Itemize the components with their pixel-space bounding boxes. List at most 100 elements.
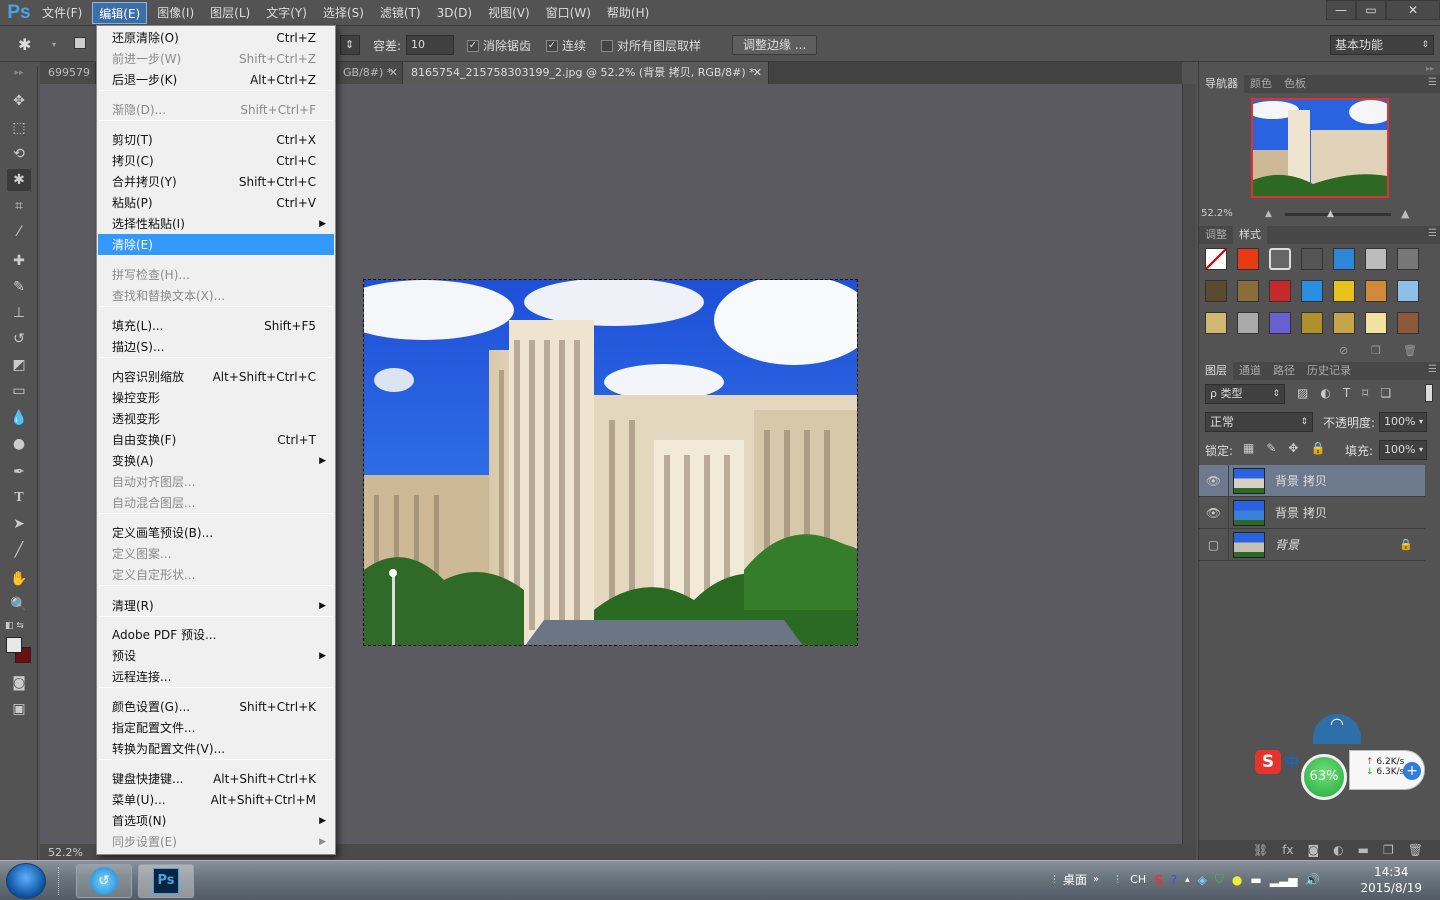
style-swatch[interactable] — [1365, 248, 1387, 270]
type-filter-icon[interactable]: T — [1343, 386, 1350, 400]
style-swatch[interactable] — [1237, 312, 1259, 334]
menu-8[interactable]: 3D(D) — [431, 2, 478, 24]
style-swatch[interactable] — [1301, 280, 1323, 302]
collapse-arrows-icon[interactable]: ▸▸ — [7, 68, 31, 78]
desktop-toolbar[interactable]: 桌面 — [1063, 871, 1087, 888]
clear-style-icon[interactable]: ⊘ — [1339, 344, 1348, 357]
zoom-slider-thumb[interactable]: ▲ — [1327, 209, 1334, 219]
style-swatch[interactable] — [1205, 248, 1227, 270]
zoom-in-icon[interactable]: ▲ — [1401, 207, 1409, 220]
style-swatch[interactable] — [1269, 312, 1291, 334]
tool-preset-arrow-icon[interactable]: ▾ — [52, 40, 56, 49]
add-icon[interactable]: + — [1403, 762, 1421, 780]
edit-menu-item[interactable]: 定义画笔预设(B)... — [98, 522, 334, 543]
blend-mode-select[interactable]: 正常 ⇕ — [1205, 412, 1313, 432]
tab-adjustments[interactable]: 调整 — [1199, 226, 1233, 244]
lock-image-icon[interactable]: ✎ — [1266, 441, 1276, 455]
visibility-toggle[interactable]: ▢ — [1199, 528, 1229, 561]
menu-7[interactable]: 滤镜(T) — [374, 2, 427, 24]
menu-10[interactable]: 窗口(W) — [540, 2, 597, 24]
link-layers-icon[interactable]: ⛓ — [1253, 843, 1268, 857]
style-swatch[interactable] — [1397, 312, 1419, 334]
edit-menu-item[interactable]: 变换(A) ▶ — [98, 450, 334, 471]
magic-wand-tool-icon[interactable]: ✱ — [7, 169, 31, 191]
doc-tab-active[interactable]: 8165754_215758303199_2.jpg @ 52.2% (背景 拷… — [403, 62, 769, 84]
style-swatch[interactable] — [1333, 248, 1355, 270]
edit-menu-item[interactable]: 描边(S)... — [98, 336, 334, 357]
clock[interactable]: 14:34 2015/8/19 — [1360, 864, 1422, 896]
layer-name[interactable]: 背景 — [1275, 536, 1299, 553]
edit-menu-item[interactable]: 转换为配置文件(V)... — [98, 738, 334, 759]
move-tool-icon[interactable]: ✥ — [7, 90, 31, 112]
menu-3[interactable]: 图像(I) — [151, 2, 200, 24]
sample-size-select[interactable]: ⇕ — [340, 35, 360, 55]
close-button[interactable]: ✕ — [1386, 0, 1440, 20]
lock-position-icon[interactable]: ✥ — [1288, 441, 1298, 455]
lock-all-icon[interactable]: 🔒 — [1310, 441, 1325, 455]
edit-menu-item[interactable]: 自动对齐图层... — [98, 471, 334, 492]
layer-row[interactable]: 👁 背景 拷贝 — [1199, 496, 1425, 529]
zoom-readout[interactable]: 52.2% — [48, 846, 83, 859]
security-icon[interactable]: ⛉ — [1215, 872, 1224, 887]
memory-gauge[interactable]: 63% — [1301, 754, 1347, 800]
new-layer-icon[interactable]: ❐ — [1383, 843, 1394, 857]
path-selection-tool-icon[interactable]: ➤ — [7, 513, 31, 535]
eraser-tool-icon[interactable]: ◩ — [7, 354, 31, 376]
edit-menu-item[interactable]: 清除(E) — [98, 234, 334, 255]
edit-menu-item[interactable]: 定义图案... — [98, 543, 334, 564]
tab-channels[interactable]: 通道 — [1233, 362, 1267, 380]
edit-menu-item[interactable]: 同步设置(E) ▶ — [98, 831, 334, 852]
network-icon[interactable]: ◈ — [1198, 873, 1207, 887]
magic-wand-icon[interactable]: ✱ — [18, 35, 31, 54]
edit-menu-item[interactable]: 指定配置文件... — [98, 717, 334, 738]
edit-menu-item[interactable]: 预设 ▶ — [98, 645, 334, 666]
eye-icon[interactable]: 👁 — [1199, 464, 1229, 497]
edit-menu-item[interactable]: 自由变换(F) Ctrl+T — [98, 429, 334, 450]
pixel-filter-icon[interactable]: ▨ — [1297, 386, 1308, 400]
opacity-input[interactable]: 100% ▾ — [1379, 412, 1427, 432]
smart-filter-icon[interactable]: ❏ — [1380, 386, 1391, 400]
edit-menu-item[interactable]: 拷贝(C) Ctrl+C — [98, 150, 334, 171]
workspace-select[interactable]: 基本功能 ⇕ — [1330, 35, 1434, 55]
edit-menu-item[interactable]: 键盘快捷键... Alt+Shift+Ctrl+K — [98, 768, 334, 789]
selection-mode-new-icon[interactable] — [74, 37, 86, 49]
style-swatch[interactable] — [1205, 312, 1227, 334]
edit-menu-item[interactable]: 填充(L)... Shift+F5 — [98, 315, 334, 336]
new-group-icon[interactable]: ▬ — [1358, 843, 1369, 857]
edit-menu-item[interactable]: 透视变形 — [98, 408, 334, 429]
expand-icon[interactable]: » — [1093, 874, 1099, 885]
style-swatch[interactable] — [1269, 280, 1291, 302]
edit-menu-item[interactable]: 还原清除(O) Ctrl+Z — [98, 27, 334, 48]
edit-menu-item[interactable]: 粘贴(P) Ctrl+V — [98, 192, 334, 213]
tab-navigator[interactable]: 导航器 — [1199, 75, 1244, 93]
edit-menu-item[interactable]: 操控变形 — [98, 387, 334, 408]
quick-mask-icon[interactable]: ◙ — [7, 672, 31, 694]
style-swatch[interactable] — [1397, 248, 1419, 270]
panel-menu-icon[interactable]: ☰ — [1428, 364, 1437, 375]
style-swatch[interactable] — [1333, 280, 1355, 302]
menu-11[interactable]: 帮助(H) — [601, 2, 655, 24]
menu-9[interactable]: 视图(V) — [482, 2, 536, 24]
zoom-slider[interactable] — [1285, 213, 1391, 216]
tab-paths[interactable]: 路径 — [1267, 362, 1301, 380]
edit-menu-item[interactable]: 远程连接... — [98, 666, 334, 687]
tab-styles[interactable]: 样式 — [1233, 226, 1267, 244]
menu-4[interactable]: 图层(L) — [204, 2, 256, 24]
healing-brush-tool-icon[interactable]: ✚ — [7, 250, 31, 272]
edit-menu-item[interactable]: 菜单(U)... Alt+Shift+Ctrl+M — [98, 789, 334, 810]
edit-menu-item[interactable]: 自动混合图层... — [98, 492, 334, 513]
close-tab-icon[interactable]: ✕ — [753, 62, 762, 84]
volume-icon[interactable]: 🔊 — [1305, 873, 1320, 887]
filter-toggle[interactable] — [1425, 384, 1433, 402]
dodge-tool-icon[interactable]: ● — [7, 433, 31, 455]
layer-style-icon[interactable]: fx — [1282, 843, 1293, 857]
edit-menu-item[interactable]: 合并拷贝(Y) Shift+Ctrl+C — [98, 171, 334, 192]
delete-style-icon[interactable]: 🗑 — [1403, 344, 1417, 357]
line-tool-icon[interactable]: ╱ — [7, 539, 31, 561]
edit-menu-item[interactable]: Adobe PDF 预设... — [98, 624, 334, 645]
marquee-tool-icon[interactable]: ⬚ — [7, 117, 31, 139]
style-swatch[interactable] — [1365, 312, 1387, 334]
taskbar-app-photoshop[interactable]: Ps — [138, 864, 194, 898]
blur-tool-icon[interactable]: 💧 — [7, 407, 31, 429]
language-indicator[interactable]: CH — [1130, 873, 1146, 886]
